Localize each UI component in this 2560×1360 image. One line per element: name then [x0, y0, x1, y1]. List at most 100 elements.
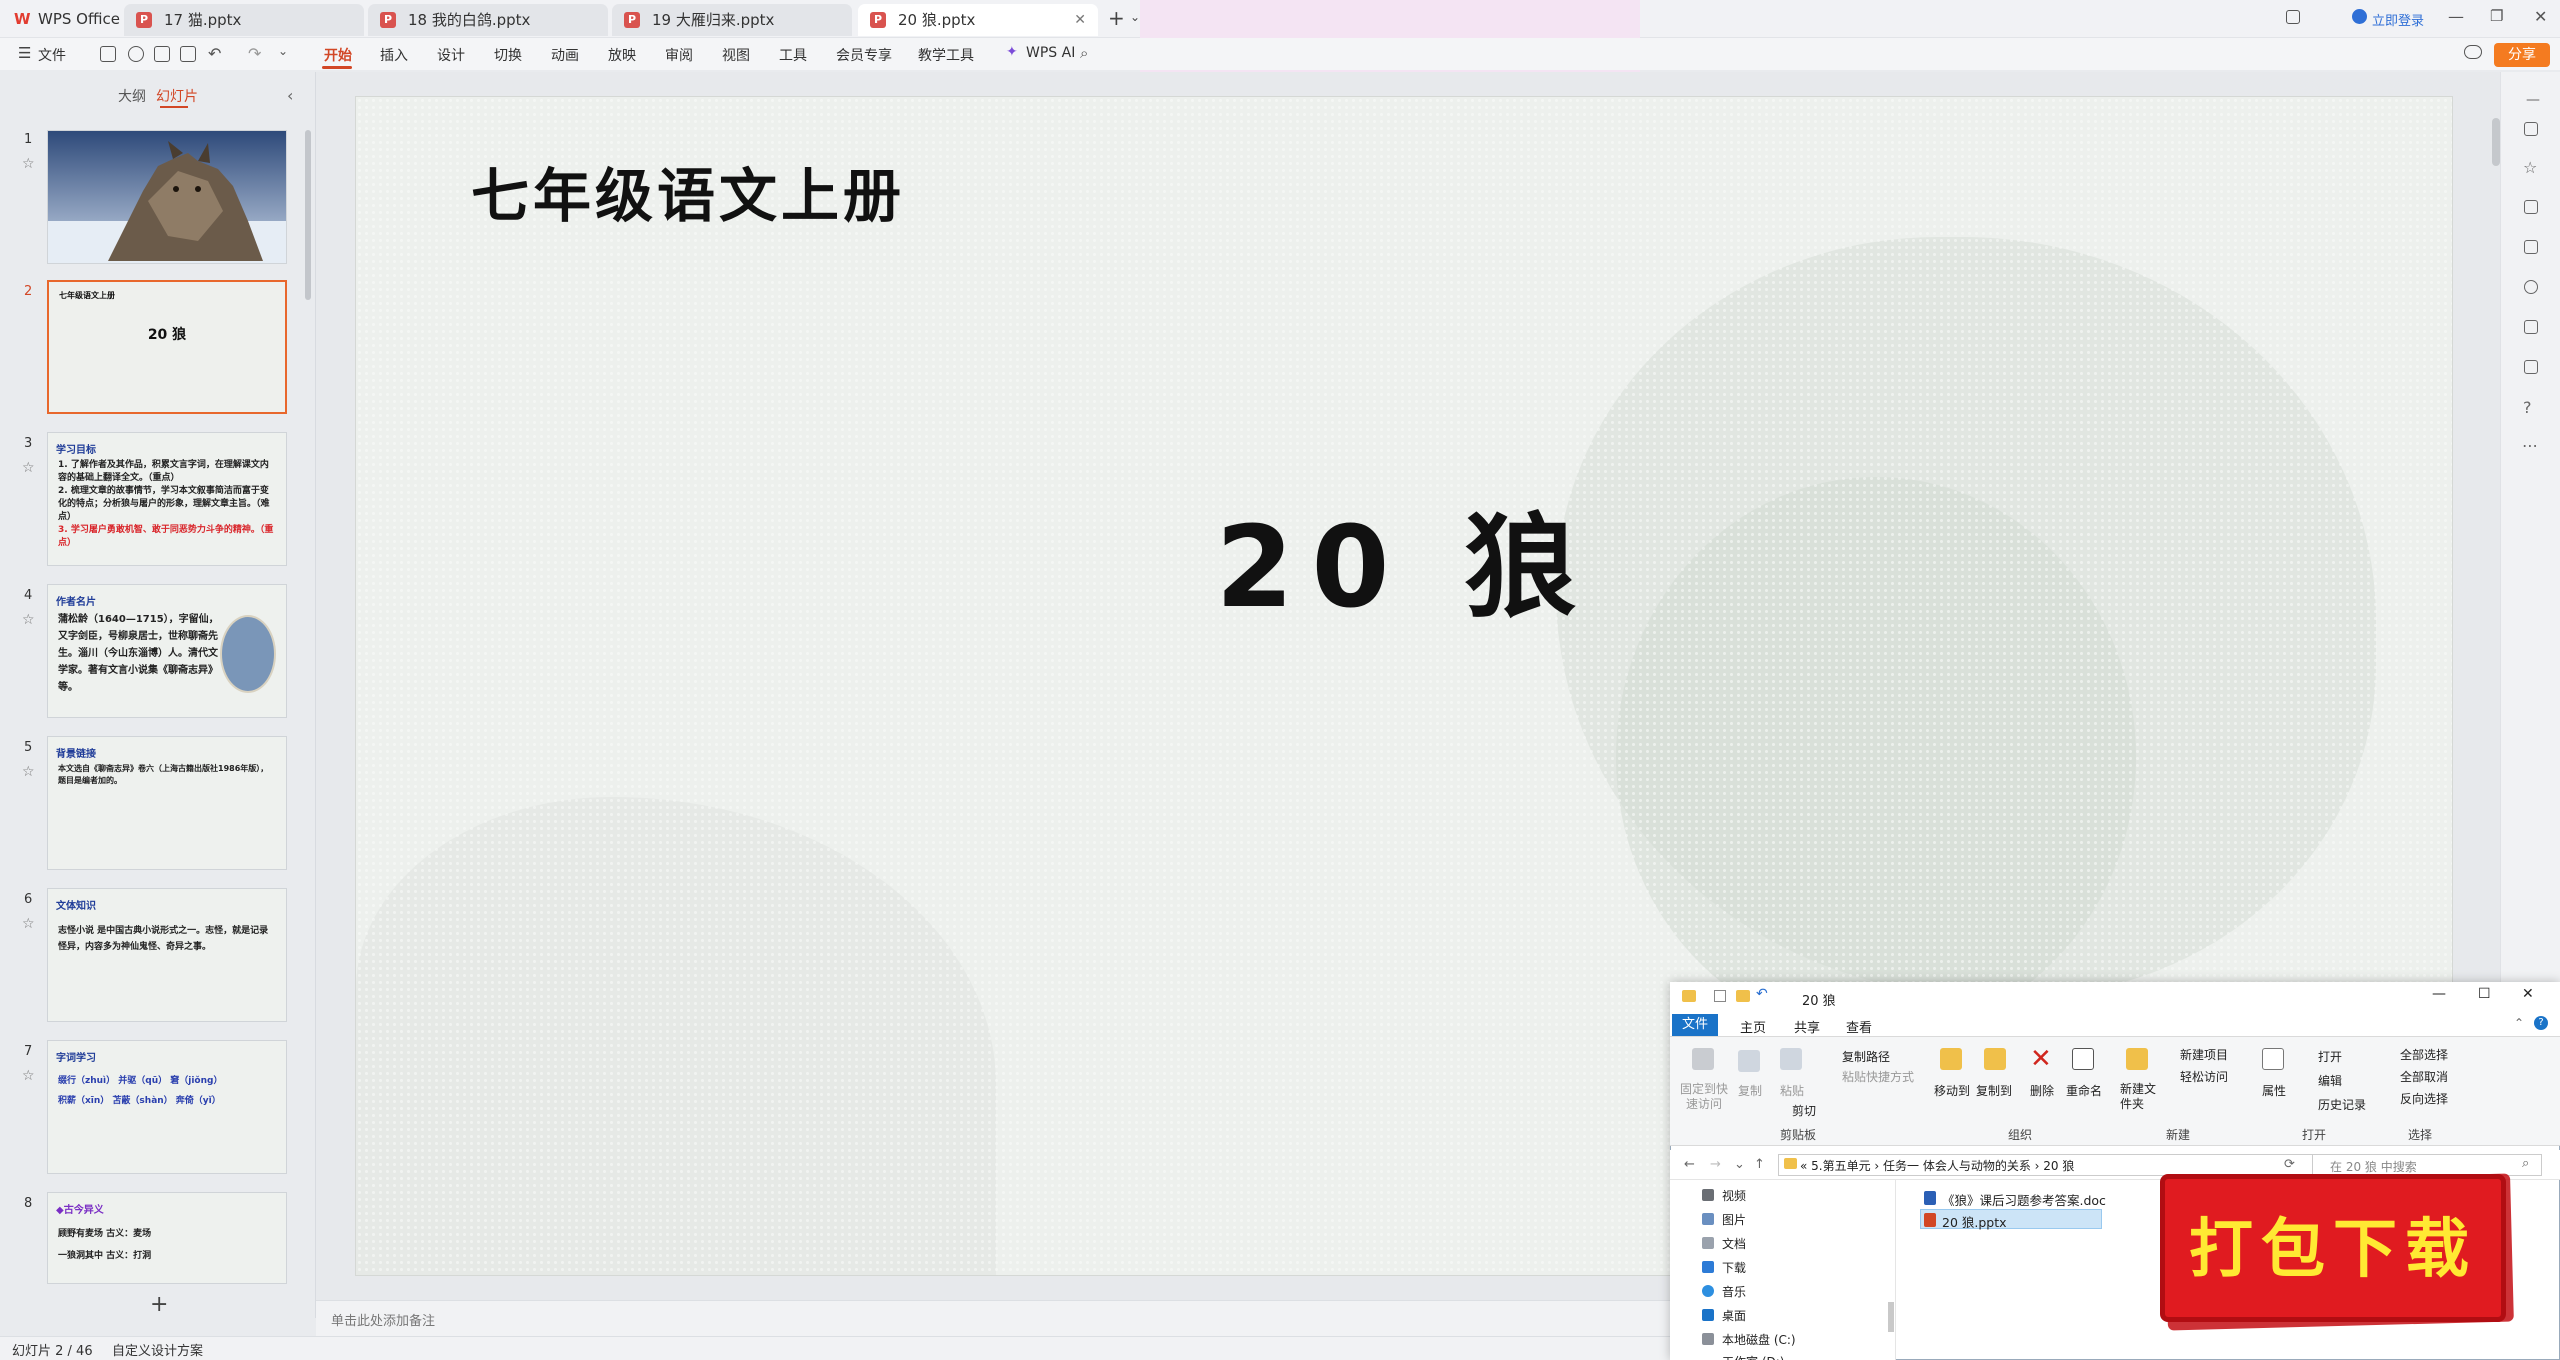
- slide-title[interactable]: 七年级语文上册: [471, 149, 905, 233]
- star-icon[interactable]: ☆: [2523, 158, 2537, 177]
- book-icon[interactable]: [2524, 320, 2538, 334]
- menu-animation[interactable]: 动画: [551, 45, 579, 65]
- nav-item-drive-d[interactable]: 工作室 (D:): [1722, 1353, 1784, 1360]
- open-button[interactable]: 打开: [2318, 1048, 2342, 1065]
- new-item-button[interactable]: 新建项目: [2180, 1046, 2228, 1063]
- menu-review[interactable]: 审阅: [665, 45, 693, 65]
- tab-home[interactable]: 主页: [1740, 1017, 1766, 1036]
- select-all-button[interactable]: 全部选择: [2400, 1046, 2448, 1063]
- copy-path-button[interactable]: 复制路径: [1842, 1048, 1890, 1065]
- print-icon[interactable]: [154, 46, 170, 62]
- star-icon[interactable]: ☆: [22, 1068, 35, 1084]
- search-icon[interactable]: ⌕: [1080, 44, 1088, 62]
- menu-insert[interactable]: 插入: [380, 45, 408, 65]
- cloud-icon[interactable]: [2464, 45, 2482, 59]
- edit-button[interactable]: 编辑: [2318, 1072, 2342, 1089]
- more-icon[interactable]: ⋯: [2522, 436, 2538, 455]
- slide-thumbnail-3[interactable]: 学习目标 1. 了解作者及其作品，积累文言字词，在理解课文内容的基础上翻译全文。…: [47, 432, 287, 566]
- history-button[interactable]: 历史记录: [2318, 1096, 2366, 1113]
- minus-icon[interactable]: —: [2526, 92, 2540, 108]
- refresh-icon[interactable]: ⟳: [2284, 1157, 2295, 1172]
- copy-to-button[interactable]: 复制到: [1976, 1082, 2012, 1099]
- nav-scrollbar[interactable]: [1888, 1302, 1894, 1332]
- slide-thumbnail-7[interactable]: 字词学习 缀行（zhuì） 并驱（qū） 窘（jiǒng） 积薪（xīn） 苫蔽…: [47, 1040, 287, 1174]
- nav-item-downloads[interactable]: 下载: [1722, 1259, 1746, 1276]
- chevron-up-icon[interactable]: ⌃: [2514, 1016, 2524, 1030]
- copy-icon[interactable]: [2524, 200, 2538, 214]
- nav-item-documents[interactable]: 文档: [1722, 1235, 1746, 1252]
- tab-file-19[interactable]: P 19 大雁归来.pptx: [612, 4, 852, 36]
- add-slide-button[interactable]: +: [150, 1292, 168, 1317]
- chevron-down-icon[interactable]: ⌄: [1734, 1157, 1745, 1172]
- new-folder-button[interactable]: 新建文件夹: [2120, 1082, 2160, 1112]
- slide-thumbnail-6[interactable]: 文体知识 志怪小说 是中国古典小说形式之一。志怪，就是记录怪异，内容多为神仙鬼怪…: [47, 888, 287, 1022]
- nav-item-pictures[interactable]: 图片: [1722, 1211, 1746, 1228]
- nav-item-drive-c[interactable]: 本地磁盘 (C:): [1722, 1331, 1796, 1348]
- close-icon[interactable]: ✕: [2522, 986, 2534, 1002]
- redo-icon[interactable]: ↷: [248, 44, 261, 63]
- select-none-button[interactable]: 全部取消: [2400, 1068, 2448, 1085]
- wps-logo-icon[interactable]: W: [14, 11, 32, 27]
- slide-main-text[interactable]: 20 狼: [356, 477, 2452, 639]
- minimize-icon[interactable]: —: [2432, 986, 2446, 1002]
- paste-button[interactable]: 粘贴: [1780, 1082, 1804, 1099]
- share-link-icon[interactable]: [128, 46, 144, 62]
- tab-file-18[interactable]: P 18 我的白鸽.pptx: [368, 4, 608, 36]
- menu-transition[interactable]: 切换: [494, 45, 522, 65]
- tools-icon[interactable]: [2524, 280, 2538, 294]
- menu-tools[interactable]: 工具: [779, 45, 807, 65]
- copy-button[interactable]: 复制: [1738, 1082, 1762, 1099]
- properties-button[interactable]: 属性: [2262, 1082, 2286, 1099]
- star-icon[interactable]: ☆: [22, 612, 35, 628]
- forward-icon[interactable]: →: [1710, 1157, 1721, 1172]
- panel-scrollbar[interactable]: [305, 130, 311, 300]
- help-icon[interactable]: ?: [2523, 398, 2532, 417]
- menu-member[interactable]: 会员专享: [836, 45, 892, 65]
- nav-item-music[interactable]: 音乐: [1722, 1283, 1746, 1300]
- nav-item-videos[interactable]: 视频: [1722, 1187, 1746, 1204]
- minimize-icon[interactable]: —: [2448, 7, 2464, 26]
- hamburger-icon[interactable]: ☰: [18, 44, 31, 62]
- menu-home[interactable]: 开始: [324, 45, 352, 65]
- tab-file-20[interactable]: P 20 狼.pptx ✕: [858, 4, 1098, 36]
- menu-design[interactable]: 设计: [437, 45, 465, 65]
- menu-teaching[interactable]: 教学工具: [918, 45, 974, 65]
- rename-button[interactable]: 重命名: [2066, 1082, 2102, 1099]
- menu-file[interactable]: 文件: [38, 45, 66, 65]
- pin-button[interactable]: 固定到快速访问: [1678, 1082, 1730, 1112]
- tab-share[interactable]: 共享: [1794, 1017, 1820, 1036]
- app-name[interactable]: WPS Office: [38, 10, 120, 28]
- menu-wps-ai[interactable]: WPS AI: [1026, 45, 1075, 61]
- menu-slideshow[interactable]: 放映: [608, 45, 636, 65]
- chevron-down-icon[interactable]: ⌄: [1130, 10, 1140, 24]
- invert-selection-button[interactable]: 反向选择: [2400, 1090, 2448, 1107]
- close-window-icon[interactable]: ✕: [2534, 7, 2547, 26]
- chevron-down-icon[interactable]: ⌄: [278, 44, 288, 58]
- star-icon[interactable]: ☆: [22, 156, 35, 172]
- help-icon[interactable]: ?: [2534, 1016, 2548, 1030]
- undo-icon[interactable]: ↶: [1756, 986, 1768, 1002]
- save-icon[interactable]: [100, 46, 116, 62]
- file-item-doc[interactable]: 《狼》课后习题参考答案.doc: [1942, 1190, 2106, 1209]
- slide-thumbnail-5[interactable]: 背景链接 本文选自《聊斋志异》卷六（上海古籍出版社1986年版），题目是编者加的…: [47, 736, 287, 870]
- up-icon[interactable]: ↑: [1754, 1157, 1765, 1172]
- cut-button[interactable]: 剪切: [1792, 1102, 1816, 1119]
- move-to-button[interactable]: 移动到: [1934, 1082, 1970, 1099]
- login-link[interactable]: 立即登录: [2372, 10, 2424, 29]
- tab-view[interactable]: 查看: [1846, 1017, 1872, 1036]
- undo-icon[interactable]: ↶: [208, 44, 221, 63]
- restore-icon[interactable]: ❐: [2490, 7, 2503, 25]
- layout-icon[interactable]: [2286, 10, 2300, 24]
- easy-access-button[interactable]: 轻松访问: [2180, 1068, 2228, 1085]
- tab-file[interactable]: 文件: [1672, 1014, 1718, 1036]
- adjust-icon[interactable]: [2524, 122, 2538, 136]
- new-folder-icon[interactable]: [1736, 990, 1750, 1002]
- close-icon[interactable]: ✕: [1074, 4, 1086, 36]
- tab-file-17[interactable]: P 17 猫.pptx: [124, 4, 364, 36]
- star-icon[interactable]: ☆: [22, 916, 35, 932]
- image-icon[interactable]: [2524, 240, 2538, 254]
- maximize-icon[interactable]: ☐: [2478, 986, 2491, 1002]
- slide-thumbnail-1[interactable]: [47, 130, 287, 264]
- tab-outline[interactable]: 大纲: [118, 86, 146, 106]
- star-icon[interactable]: ☆: [22, 460, 35, 476]
